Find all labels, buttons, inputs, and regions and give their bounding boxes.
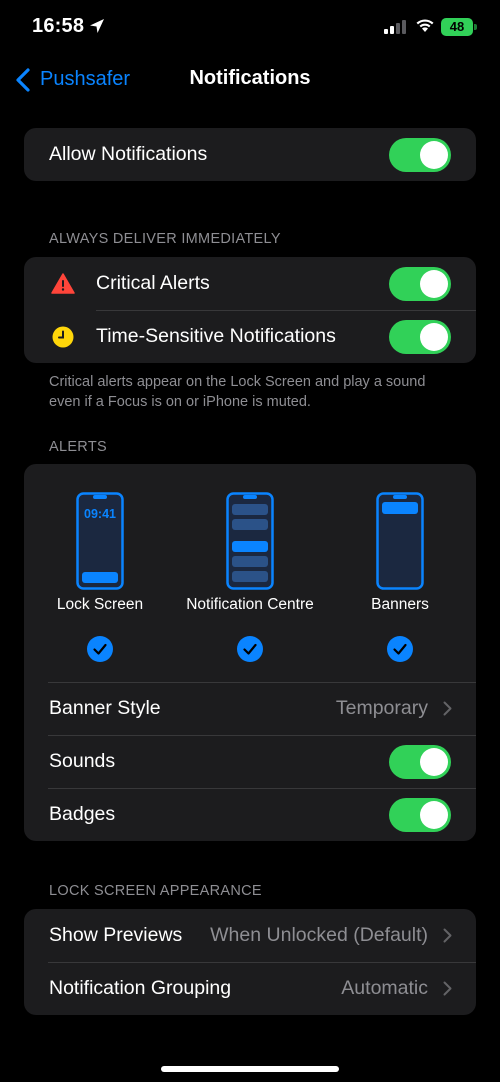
- checkmark-icon: [93, 643, 107, 655]
- cellular-signal-icon: [384, 20, 406, 34]
- show-previews-label: Show Previews: [49, 924, 183, 946]
- chevron-right-icon: [443, 701, 452, 716]
- notification-grouping-value: Automatic: [341, 977, 428, 999]
- wifi-icon: [416, 19, 434, 32]
- allow-notifications-toggle[interactable]: [389, 138, 451, 172]
- critical-alerts-toggle[interactable]: [389, 267, 451, 301]
- lock-screen-appearance-group: Show Previews When Unlocked (Default) No…: [24, 909, 476, 1015]
- critical-alerts-row: Critical Alerts: [24, 257, 476, 310]
- critical-alerts-label: Critical Alerts: [96, 272, 210, 294]
- toggle-knob: [420, 270, 448, 298]
- toggle-knob: [420, 748, 448, 776]
- banner-style-value: Temporary: [335, 697, 428, 719]
- warning-icon: [51, 273, 75, 294]
- lock-screen-checkmark[interactable]: [87, 636, 113, 662]
- banner-style-row[interactable]: Banner Style Temporary: [24, 682, 476, 735]
- checkmark-icon: [393, 643, 407, 655]
- time-sensitive-toggle[interactable]: [389, 320, 451, 354]
- notification-centre-label: Notification Centre: [186, 596, 314, 613]
- location-arrow-icon: [90, 19, 104, 33]
- critical-alerts-footnote: Critical alerts appear on the Lock Scree…: [49, 374, 426, 410]
- toggle-knob: [420, 801, 448, 829]
- allow-notifications-row: Allow Notifications: [24, 128, 476, 181]
- chevron-right-icon: [443, 928, 452, 943]
- sounds-toggle[interactable]: [389, 745, 451, 779]
- sounds-label: Sounds: [49, 750, 116, 772]
- lock-screen-label: Lock Screen: [56, 596, 144, 613]
- page-title: Notifications: [189, 67, 311, 89]
- notification-grouping-row[interactable]: Notification Grouping Automatic: [24, 962, 476, 1015]
- banners-label: Banners: [371, 596, 429, 613]
- badges-label: Badges: [49, 803, 116, 825]
- notification-centre-preview-icon: [226, 492, 274, 590]
- status-time: 16:58: [32, 15, 85, 37]
- sounds-row: Sounds: [24, 735, 476, 788]
- time-sensitive-row: Time-Sensitive Notifications: [24, 310, 476, 363]
- section-header-alerts: ALERTS: [49, 439, 107, 455]
- toggle-knob: [420, 323, 448, 351]
- always-deliver-group: Critical Alerts Time-Sensitive Notificat…: [24, 257, 476, 363]
- banner-style-label: Banner Style: [49, 697, 161, 719]
- banners-preview-icon: [376, 492, 424, 590]
- chevron-right-icon: [443, 981, 452, 996]
- notification-centre-checkmark[interactable]: [237, 636, 263, 662]
- allow-notifications-label: Allow Notifications: [49, 143, 208, 165]
- lock-screen-preview-time: 09:41: [84, 507, 116, 521]
- section-header-lock-screen-appearance: LOCK SCREEN APPEARANCE: [49, 883, 262, 899]
- battery-level: 48: [449, 19, 465, 34]
- badges-row: Badges: [24, 788, 476, 841]
- toggle-knob: [420, 141, 448, 169]
- notification-grouping-label: Notification Grouping: [49, 977, 232, 999]
- home-indicator[interactable]: [161, 1066, 339, 1072]
- alerts-group: 09:41 Lock Screen Notification Centre Ba…: [24, 464, 476, 841]
- battery-tip: [474, 24, 477, 30]
- badges-toggle[interactable]: [389, 798, 451, 832]
- checkmark-icon: [243, 643, 257, 655]
- show-previews-row[interactable]: Show Previews When Unlocked (Default): [24, 909, 476, 962]
- battery-icon: 48: [441, 18, 473, 36]
- clock-icon: [52, 326, 74, 348]
- time-sensitive-label: Time-Sensitive Notifications: [96, 325, 336, 347]
- show-previews-value: When Unlocked (Default): [210, 924, 428, 946]
- banners-checkmark[interactable]: [387, 636, 413, 662]
- allow-notifications-group: Allow Notifications: [24, 128, 476, 181]
- section-header-always-deliver: ALWAYS DELIVER IMMEDIATELY: [49, 231, 281, 247]
